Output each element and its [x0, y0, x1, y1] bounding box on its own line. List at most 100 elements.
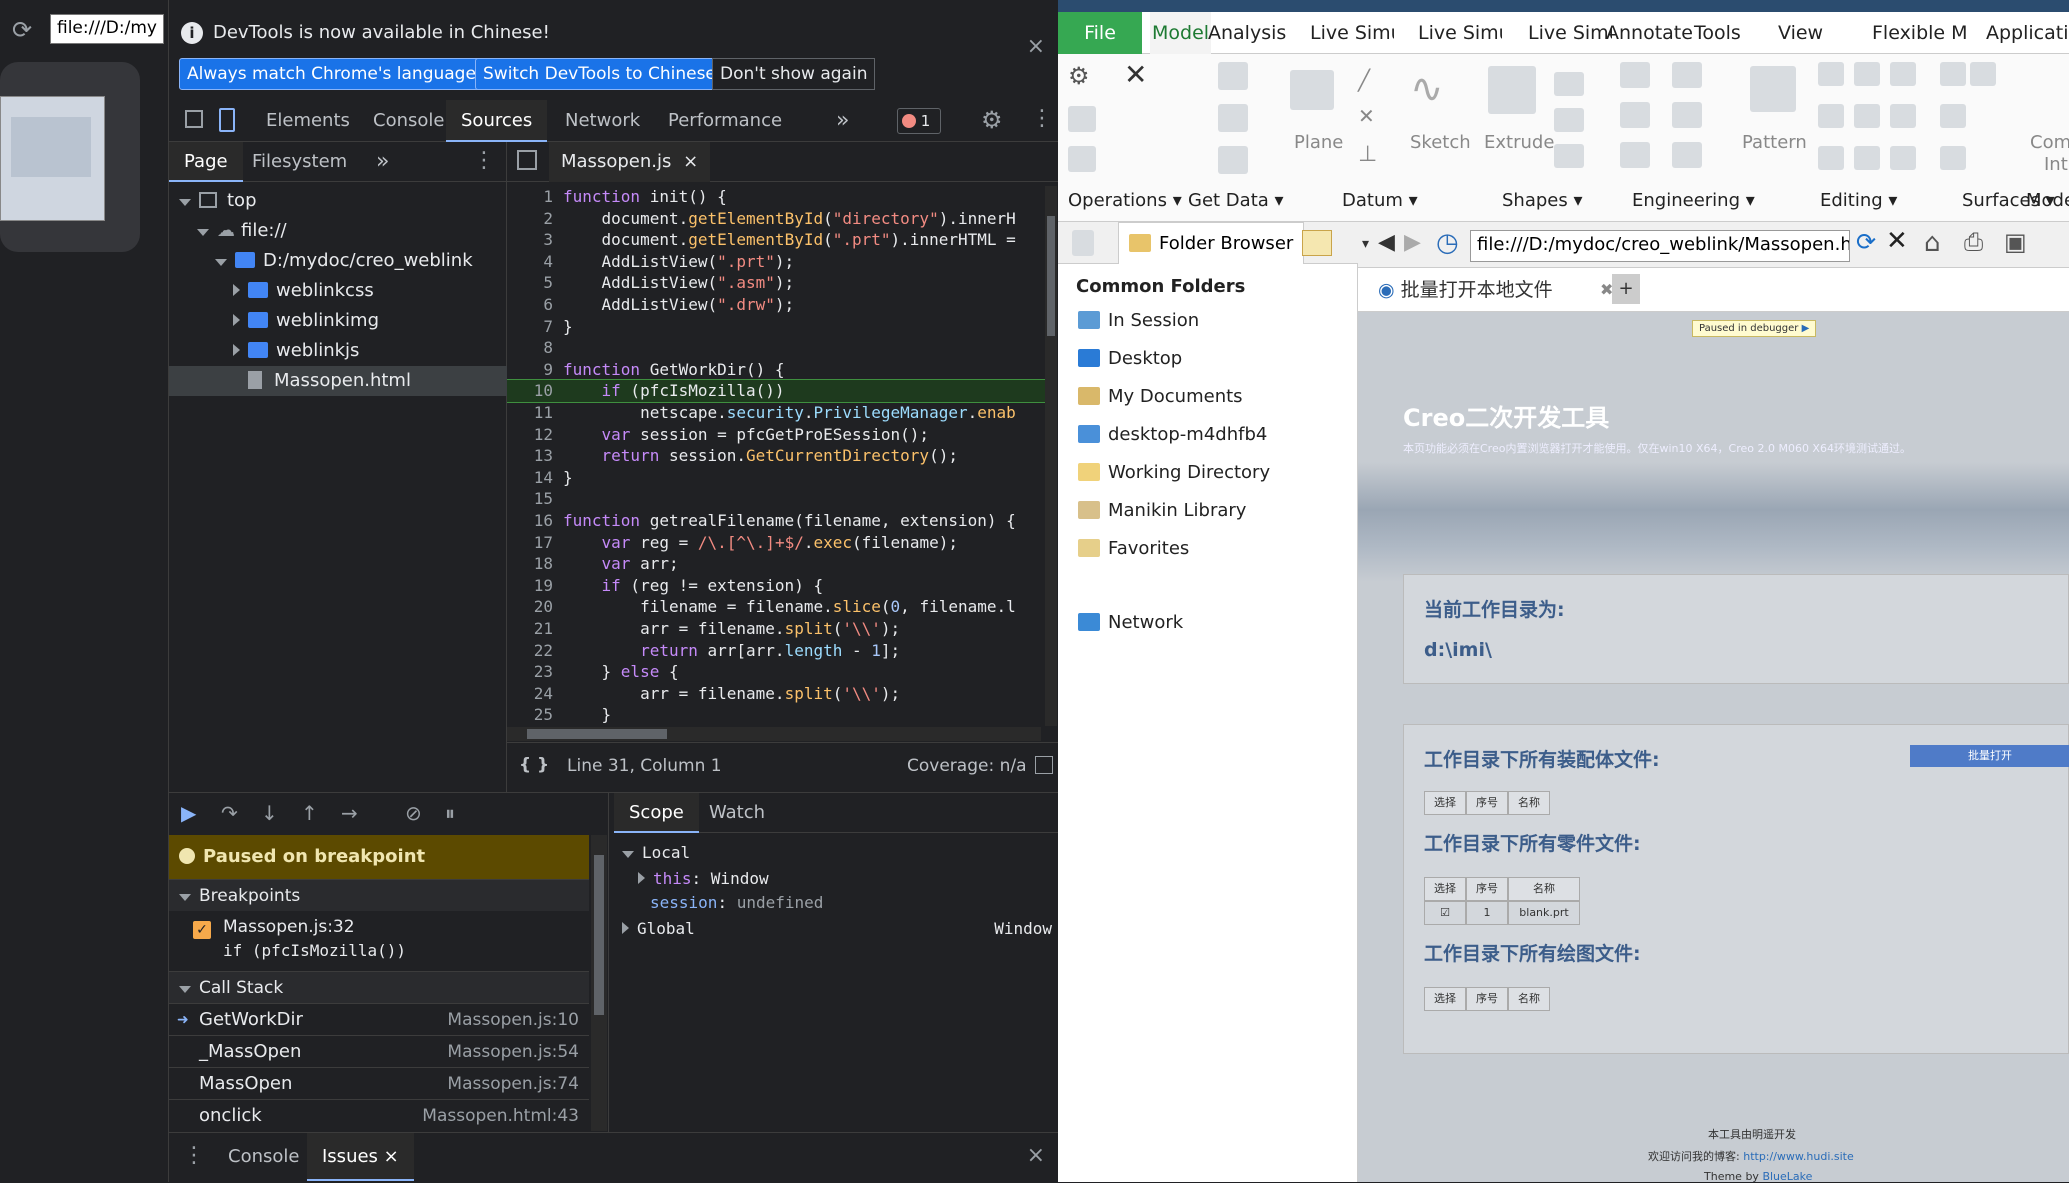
line-number[interactable]: 11 [507, 402, 563, 424]
csys-icon[interactable]: ⊥ [1358, 142, 1377, 167]
group-get-data[interactable]: Get Data ▾ [1188, 190, 1284, 211]
line-number[interactable]: 24 [507, 683, 563, 705]
horizontal-scrollbar[interactable] [507, 727, 1041, 741]
tab-network[interactable]: Network [550, 100, 655, 142]
tab-page[interactable]: Page [169, 142, 243, 182]
tab-watch[interactable]: Watch [694, 793, 780, 833]
line-number[interactable]: 6 [507, 294, 563, 316]
tree-item-creo-weblink[interactable]: D:/mydoc/creo_weblink [169, 246, 507, 276]
callstack-frame[interactable]: onclick Massopen.html:43 [169, 1099, 589, 1129]
axis-icon[interactable]: ╱ [1358, 68, 1370, 92]
group-operations[interactable]: Operations ▾ [1068, 190, 1182, 211]
line-number[interactable]: 19 [507, 575, 563, 597]
history-dropdown-icon[interactable]: ▾ [1362, 236, 1369, 252]
stop-icon[interactable]: ✕ [1886, 226, 1908, 256]
extrude-label[interactable]: Extrude [1484, 132, 1554, 153]
drawer-close-button[interactable]: × [1027, 1143, 1045, 1168]
address-bar[interactable]: file:///D:/my [50, 14, 164, 44]
shell-icon[interactable] [1672, 62, 1702, 88]
step-icon[interactable]: → [341, 801, 358, 825]
forward-icon[interactable]: ▶ [1404, 230, 1421, 255]
line-number[interactable]: 18 [507, 553, 563, 575]
device-toggle-icon[interactable] [219, 108, 235, 132]
tree-item-massopen-html[interactable]: Massopen.html [169, 366, 507, 396]
scope-this[interactable]: this: Window [638, 869, 769, 888]
line-number[interactable]: 15 [507, 488, 563, 510]
home-icon[interactable]: ⌂ [1924, 228, 1941, 258]
line-number[interactable]: 13 [507, 445, 563, 467]
code-line[interactable]: 19 if (reg != extension) { [507, 575, 1055, 597]
tab-live-simu-1[interactable]: Live Simu [1310, 12, 1394, 54]
folder-browser-tab[interactable]: Folder Browser [1118, 222, 1305, 264]
batch-open-button[interactable]: 批量打开 [1910, 745, 2069, 767]
code-line[interactable]: 10 if (pfcIsMozilla()) [507, 379, 1055, 403]
tab-flexible[interactable]: Flexible M [1872, 12, 1966, 54]
tree-item-weblinkcss[interactable]: weblinkcss [169, 276, 507, 306]
line-number[interactable]: 14 [507, 467, 563, 489]
breakpoints-section[interactable]: Breakpoints [169, 879, 589, 911]
dont-show-button[interactable]: Don't show again [712, 58, 876, 90]
folder-desktop[interactable]: Desktop [1078, 348, 1182, 369]
folder-network[interactable]: Network [1078, 612, 1183, 633]
code-line[interactable]: 21 arr = filename.split('\\'); [507, 618, 1055, 640]
drawer-tab-issues[interactable]: Issues × [307, 1133, 414, 1181]
solidify-icon[interactable] [1890, 146, 1916, 170]
code-line[interactable]: 15 [507, 488, 1055, 510]
line-number[interactable]: 7 [507, 316, 563, 338]
sidebar-scrollbar[interactable] [591, 835, 607, 1131]
scope-session[interactable]: session: undefined [650, 893, 823, 912]
tab-live-simu-3[interactable]: Live Simu [1528, 12, 1612, 54]
step-over-icon[interactable]: ↷ [221, 801, 238, 825]
line-number[interactable]: 2 [507, 208, 563, 230]
point-icon[interactable]: ✕ [1358, 104, 1375, 128]
match-language-button[interactable]: Always match Chrome's language [179, 58, 484, 90]
rib-icon[interactable] [1672, 142, 1702, 168]
error-badge[interactable]: 1 [897, 108, 941, 134]
line-number[interactable]: 20 [507, 596, 563, 618]
code-line[interactable]: 3 document.getElementById(".prt").innerH… [507, 229, 1055, 251]
tab-tools[interactable]: Tools [1694, 12, 1741, 54]
tab-annotate[interactable]: Annotate [1606, 12, 1693, 54]
tab-model[interactable]: Model [1150, 12, 1212, 54]
delete-icon[interactable]: ✕ [1124, 58, 1147, 91]
user-defined-feature-icon[interactable] [1218, 62, 1248, 90]
sweep-icon[interactable] [1554, 108, 1584, 132]
folder-in-session[interactable]: In Session [1078, 310, 1199, 331]
intent-label[interactable]: Int [2044, 154, 2068, 175]
blend-icon[interactable] [1554, 144, 1584, 168]
more-tabs-button[interactable]: » [821, 100, 864, 142]
callstack-section[interactable]: Call Stack [169, 971, 589, 1003]
reload-icon[interactable]: ⟳ [12, 16, 32, 44]
line-number[interactable]: 23 [507, 661, 563, 683]
navigator-more-button[interactable]: » [361, 142, 404, 182]
line-number[interactable]: 10 [507, 380, 563, 402]
intersect-icon[interactable] [1854, 146, 1880, 170]
plane-label[interactable]: Plane [1294, 132, 1343, 153]
deactivate-breakpoints-icon[interactable]: ⊘ [405, 801, 422, 825]
pattern-label[interactable]: Pattern [1742, 132, 1807, 153]
step-into-icon[interactable]: ↓ [261, 801, 278, 825]
url-field[interactable]: file:///D:/mydoc/creo_weblink/Massopen.h… [1470, 230, 1850, 262]
tab-view[interactable]: View [1778, 12, 1823, 54]
line-number[interactable]: 4 [507, 251, 563, 273]
line-number[interactable]: 1 [507, 186, 563, 208]
folder-computer[interactable]: desktop-m4dhfb4 [1078, 424, 1267, 445]
drawer-tab-console[interactable]: Console [213, 1133, 314, 1181]
code-line[interactable]: 22 return arr[arr.length - 1]; [507, 640, 1055, 662]
code-line[interactable]: 17 var reg = /\.[^\.]+$/.exec(filename); [507, 532, 1055, 554]
tree-item-weblinkjs[interactable]: weblinkjs [169, 336, 507, 366]
tab-applications[interactable]: Applicati [1986, 12, 2069, 54]
line-number[interactable]: 9 [507, 359, 563, 381]
callstack-frame[interactable]: ➜ GetWorkDir Massopen.js:10 [169, 1003, 589, 1035]
code-line[interactable]: 11 netscape.security.PrivilegeManager.en… [507, 402, 1055, 424]
history-icon[interactable]: ◷ [1436, 228, 1459, 258]
code-line[interactable]: 18 var arr; [507, 553, 1055, 575]
style-icon[interactable] [1970, 62, 1996, 86]
save-icon[interactable]: ▣ [2004, 228, 2027, 256]
revolve-icon[interactable] [1554, 72, 1584, 96]
code-lines[interactable]: 1 function init() {2 document.getElementB… [507, 186, 1055, 726]
project-icon[interactable] [1890, 62, 1916, 86]
code-line[interactable]: 13 return session.GetCurrentDirectory(); [507, 445, 1055, 467]
group-datum[interactable]: Datum ▾ [1342, 190, 1418, 211]
folder-manikin-library[interactable]: Manikin Library [1078, 500, 1246, 521]
